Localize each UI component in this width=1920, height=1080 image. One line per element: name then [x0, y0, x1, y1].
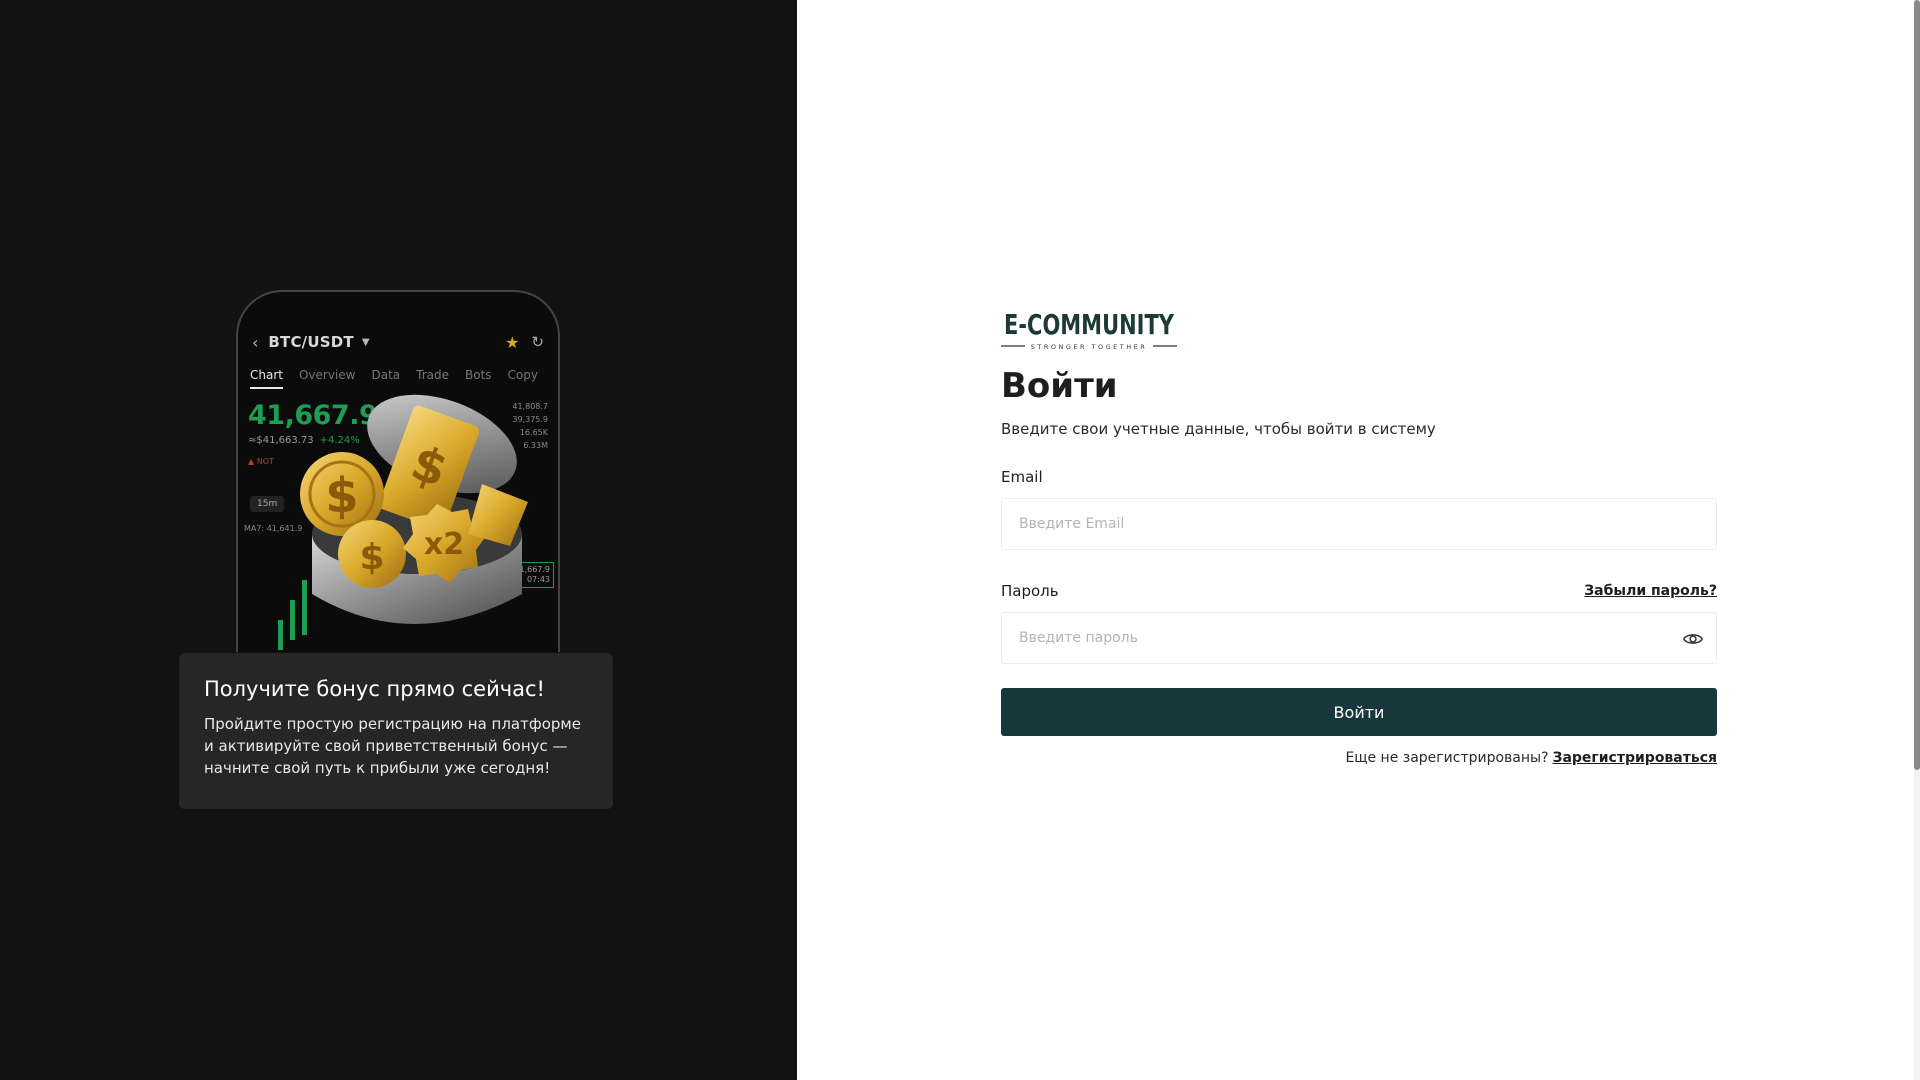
svg-text:x2: x2	[424, 527, 464, 562]
login-form: E-COMMUNITY STRONGER TOGETHER Войти Введ…	[1001, 302, 1717, 766]
promo-title: Получите бонус прямо сейчас!	[204, 677, 545, 701]
page-subtitle: Введите свои учетные данные, чтобы войти…	[1001, 420, 1436, 438]
eye-icon[interactable]	[1682, 628, 1704, 650]
promo-card: Получите бонус прямо сейчас! Пройдите пр…	[179, 653, 613, 809]
register-link[interactable]: Зарегистрироваться	[1553, 750, 1717, 766]
e-community-logo: E-COMMUNITY STRONGER TOGETHER	[1001, 308, 1177, 351]
phone-tab: Chart	[250, 368, 283, 389]
star-icon: ★	[505, 332, 520, 352]
promo-panel: ‹ BTC/USDT ▼ ★ ↻ Chart Overview Data Tra…	[0, 0, 797, 1080]
register-row: Еще не зарегистрированы? Зарегистрировать…	[1001, 750, 1717, 766]
password-label-row: Пароль Забыли пароль?	[1001, 582, 1717, 600]
login-button[interactable]: Войти	[1001, 688, 1717, 736]
refresh-icon: ↻	[531, 333, 544, 351]
treasure-box-illustration: $ $ $ x2	[300, 394, 528, 624]
svg-text:$: $	[359, 537, 384, 578]
scrollbar[interactable]	[1914, 0, 1920, 1080]
email-field-wrapper	[1001, 498, 1717, 550]
chevron-left-icon: ‹	[252, 332, 259, 352]
phone-hot-tag-label: NOT	[256, 457, 274, 466]
phone-header: ‹ BTC/USDT ▼ ★ ↻	[252, 330, 544, 354]
email-label-row: Email	[1001, 468, 1717, 486]
email-label: Email	[1001, 468, 1043, 486]
candle	[278, 620, 283, 650]
page-title: Войти	[1001, 366, 1118, 406]
phone-hot-tag: ▲ NOT	[248, 457, 274, 466]
svg-text:$: $	[325, 468, 358, 524]
forgot-password-link[interactable]: Забыли пароль?	[1584, 583, 1717, 599]
scrollbar-thumb[interactable]	[1914, 0, 1920, 770]
svg-text:STRONGER TOGETHER: STRONGER TOGETHER	[1031, 343, 1148, 351]
password-input[interactable]	[1002, 613, 1716, 663]
promo-text: Пройдите простую регистрацию на платформ…	[204, 715, 581, 777]
trading-pair: BTC/USDT	[268, 333, 354, 351]
password-label: Пароль	[1001, 582, 1059, 600]
email-input[interactable]	[1002, 499, 1716, 549]
password-field-wrapper	[1001, 612, 1717, 664]
caret-down-icon: ▼	[361, 336, 370, 348]
phone-interval: 15m	[250, 496, 285, 512]
svg-text:E-COMMUNITY: E-COMMUNITY	[1004, 308, 1175, 341]
register-prompt: Еще не зарегистрированы?	[1345, 750, 1549, 766]
